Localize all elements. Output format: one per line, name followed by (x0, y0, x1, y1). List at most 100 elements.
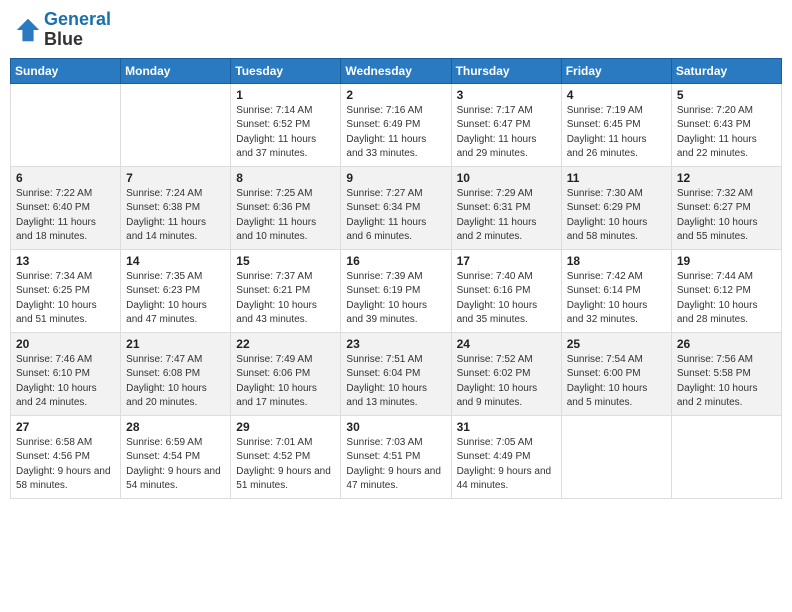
day-info: Sunrise: 7:05 AM Sunset: 4:49 PM Dayligh… (457, 436, 556, 494)
day-number: 7 (126, 171, 225, 185)
day-number: 30 (346, 420, 445, 434)
day-number: 3 (457, 88, 556, 102)
weekday-header-monday: Monday (121, 58, 231, 83)
calendar-cell: 28 Sunrise: 6:59 AM Sunset: 4:54 PM Dayli… (121, 415, 231, 498)
day-number: 15 (236, 254, 335, 268)
calendar-cell: 16 Sunrise: 7:39 AM Sunset: 6:19 PM Dayli… (341, 249, 451, 332)
calendar-cell: 9Sunrise: 7:27 AM Sunset: 6:34 PM Daylig… (341, 166, 451, 249)
calendar-cell: 3 Sunrise: 7:17 AM Sunset: 6:47 PM Daylig… (451, 83, 561, 166)
day-info: Sunrise: 7:32 AM Sunset: 6:27 PM Dayligh… (677, 187, 776, 245)
calendar-week-5: 27 Sunrise: 6:58 AM Sunset: 4:56 PM Dayli… (11, 415, 782, 498)
day-number: 17 (457, 254, 556, 268)
day-info: Sunrise: 7:30 AM Sunset: 6:29 PM Dayligh… (567, 187, 666, 245)
calendar-cell: 17 Sunrise: 7:40 AM Sunset: 6:16 PM Dayli… (451, 249, 561, 332)
day-number: 5 (677, 88, 776, 102)
calendar-cell: 21 Sunrise: 7:47 AM Sunset: 6:08 PM Dayli… (121, 332, 231, 415)
calendar-cell: 5 Sunrise: 7:20 AM Sunset: 6:43 PM Daylig… (671, 83, 781, 166)
calendar-cell: 13Sunrise: 7:34 AM Sunset: 6:25 PM Dayli… (11, 249, 121, 332)
day-number: 10 (457, 171, 556, 185)
day-number: 27 (16, 420, 115, 434)
day-info: Sunrise: 7:56 AM Sunset: 5:58 PM Dayligh… (677, 353, 776, 411)
weekday-header-row: SundayMondayTuesdayWednesdayThursdayFrid… (11, 58, 782, 83)
day-info: Sunrise: 7:16 AM Sunset: 6:49 PM Dayligh… (346, 104, 445, 162)
day-number: 11 (567, 171, 666, 185)
day-number: 28 (126, 420, 225, 434)
calendar-cell: 18Sunrise: 7:42 AM Sunset: 6:14 PM Dayli… (561, 249, 671, 332)
page-header: General Blue (10, 10, 782, 50)
day-number: 19 (677, 254, 776, 268)
day-number: 20 (16, 337, 115, 351)
logo: General Blue (14, 10, 111, 50)
calendar-cell: 22 Sunrise: 7:49 AM Sunset: 6:06 PM Dayli… (231, 332, 341, 415)
calendar-cell: 8Sunrise: 7:25 AM Sunset: 6:36 PM Daylig… (231, 166, 341, 249)
calendar-cell: 10 Sunrise: 7:29 AM Sunset: 6:31 PM Dayli… (451, 166, 561, 249)
day-number: 26 (677, 337, 776, 351)
weekday-header-wednesday: Wednesday (341, 58, 451, 83)
day-number: 21 (126, 337, 225, 351)
day-info: Sunrise: 7:24 AM Sunset: 6:38 PM Dayligh… (126, 187, 225, 245)
day-info: Sunrise: 7:44 AM Sunset: 6:12 PM Dayligh… (677, 270, 776, 328)
day-info: Sunrise: 7:54 AM Sunset: 6:00 PM Dayligh… (567, 353, 666, 411)
calendar-cell: 11 Sunrise: 7:30 AM Sunset: 6:29 PM Dayli… (561, 166, 671, 249)
calendar-week-4: 20Sunrise: 7:46 AM Sunset: 6:10 PM Dayli… (11, 332, 782, 415)
calendar-cell: 20Sunrise: 7:46 AM Sunset: 6:10 PM Dayli… (11, 332, 121, 415)
calendar-table: SundayMondayTuesdayWednesdayThursdayFrid… (10, 58, 782, 499)
day-info: Sunrise: 7:37 AM Sunset: 6:21 PM Dayligh… (236, 270, 335, 328)
calendar-cell: 19 Sunrise: 7:44 AM Sunset: 6:12 PM Dayli… (671, 249, 781, 332)
weekday-header-thursday: Thursday (451, 58, 561, 83)
day-info: Sunrise: 6:58 AM Sunset: 4:56 PM Dayligh… (16, 436, 115, 494)
calendar-cell: 2 Sunrise: 7:16 AM Sunset: 6:49 PM Daylig… (341, 83, 451, 166)
day-number: 18 (567, 254, 666, 268)
day-number: 24 (457, 337, 556, 351)
day-info: Sunrise: 7:22 AM Sunset: 6:40 PM Dayligh… (16, 187, 115, 245)
calendar-cell (561, 415, 671, 498)
day-info: Sunrise: 7:39 AM Sunset: 6:19 PM Dayligh… (346, 270, 445, 328)
weekday-header-sunday: Sunday (11, 58, 121, 83)
calendar-cell: 15 Sunrise: 7:37 AM Sunset: 6:21 PM Dayli… (231, 249, 341, 332)
day-info: Sunrise: 7:47 AM Sunset: 6:08 PM Dayligh… (126, 353, 225, 411)
weekday-header-saturday: Saturday (671, 58, 781, 83)
weekday-header-friday: Friday (561, 58, 671, 83)
day-number: 4 (567, 88, 666, 102)
calendar-cell (671, 415, 781, 498)
calendar-cell: 31 Sunrise: 7:05 AM Sunset: 4:49 PM Dayli… (451, 415, 561, 498)
day-info: Sunrise: 7:49 AM Sunset: 6:06 PM Dayligh… (236, 353, 335, 411)
calendar-cell: 1 Sunrise: 7:14 AM Sunset: 6:52 PM Daylig… (231, 83, 341, 166)
day-number: 9 (346, 171, 445, 185)
calendar-cell: 23Sunrise: 7:51 AM Sunset: 6:04 PM Dayli… (341, 332, 451, 415)
day-info: Sunrise: 7:14 AM Sunset: 6:52 PM Dayligh… (236, 104, 335, 162)
day-number: 2 (346, 88, 445, 102)
calendar-week-3: 13Sunrise: 7:34 AM Sunset: 6:25 PM Dayli… (11, 249, 782, 332)
day-number: 31 (457, 420, 556, 434)
calendar-cell: 27 Sunrise: 6:58 AM Sunset: 4:56 PM Dayli… (11, 415, 121, 498)
day-info: Sunrise: 6:59 AM Sunset: 4:54 PM Dayligh… (126, 436, 225, 494)
day-info: Sunrise: 7:35 AM Sunset: 6:23 PM Dayligh… (126, 270, 225, 328)
day-info: Sunrise: 7:52 AM Sunset: 6:02 PM Dayligh… (457, 353, 556, 411)
day-info: Sunrise: 7:40 AM Sunset: 6:16 PM Dayligh… (457, 270, 556, 328)
calendar-cell: 30Sunrise: 7:03 AM Sunset: 4:51 PM Dayli… (341, 415, 451, 498)
day-number: 1 (236, 88, 335, 102)
day-number: 25 (567, 337, 666, 351)
calendar-cell: 25 Sunrise: 7:54 AM Sunset: 6:00 PM Dayli… (561, 332, 671, 415)
calendar-cell: 14 Sunrise: 7:35 AM Sunset: 6:23 PM Dayli… (121, 249, 231, 332)
calendar-week-1: 1 Sunrise: 7:14 AM Sunset: 6:52 PM Daylig… (11, 83, 782, 166)
calendar-cell: 12 Sunrise: 7:32 AM Sunset: 6:27 PM Dayli… (671, 166, 781, 249)
weekday-header-tuesday: Tuesday (231, 58, 341, 83)
day-info: Sunrise: 7:29 AM Sunset: 6:31 PM Dayligh… (457, 187, 556, 245)
day-number: 6 (16, 171, 115, 185)
calendar-week-2: 6 Sunrise: 7:22 AM Sunset: 6:40 PM Daylig… (11, 166, 782, 249)
day-number: 12 (677, 171, 776, 185)
day-number: 14 (126, 254, 225, 268)
calendar-cell: 7 Sunrise: 7:24 AM Sunset: 6:38 PM Daylig… (121, 166, 231, 249)
day-number: 22 (236, 337, 335, 351)
day-number: 8 (236, 171, 335, 185)
day-info: Sunrise: 7:19 AM Sunset: 6:45 PM Dayligh… (567, 104, 666, 162)
day-info: Sunrise: 7:20 AM Sunset: 6:43 PM Dayligh… (677, 104, 776, 162)
calendar-cell: 24 Sunrise: 7:52 AM Sunset: 6:02 PM Dayli… (451, 332, 561, 415)
day-number: 16 (346, 254, 445, 268)
calendar-cell: 26 Sunrise: 7:56 AM Sunset: 5:58 PM Dayli… (671, 332, 781, 415)
day-info: Sunrise: 7:51 AM Sunset: 6:04 PM Dayligh… (346, 353, 445, 411)
day-info: Sunrise: 7:17 AM Sunset: 6:47 PM Dayligh… (457, 104, 556, 162)
day-number: 13 (16, 254, 115, 268)
day-info: Sunrise: 7:01 AM Sunset: 4:52 PM Dayligh… (236, 436, 335, 494)
